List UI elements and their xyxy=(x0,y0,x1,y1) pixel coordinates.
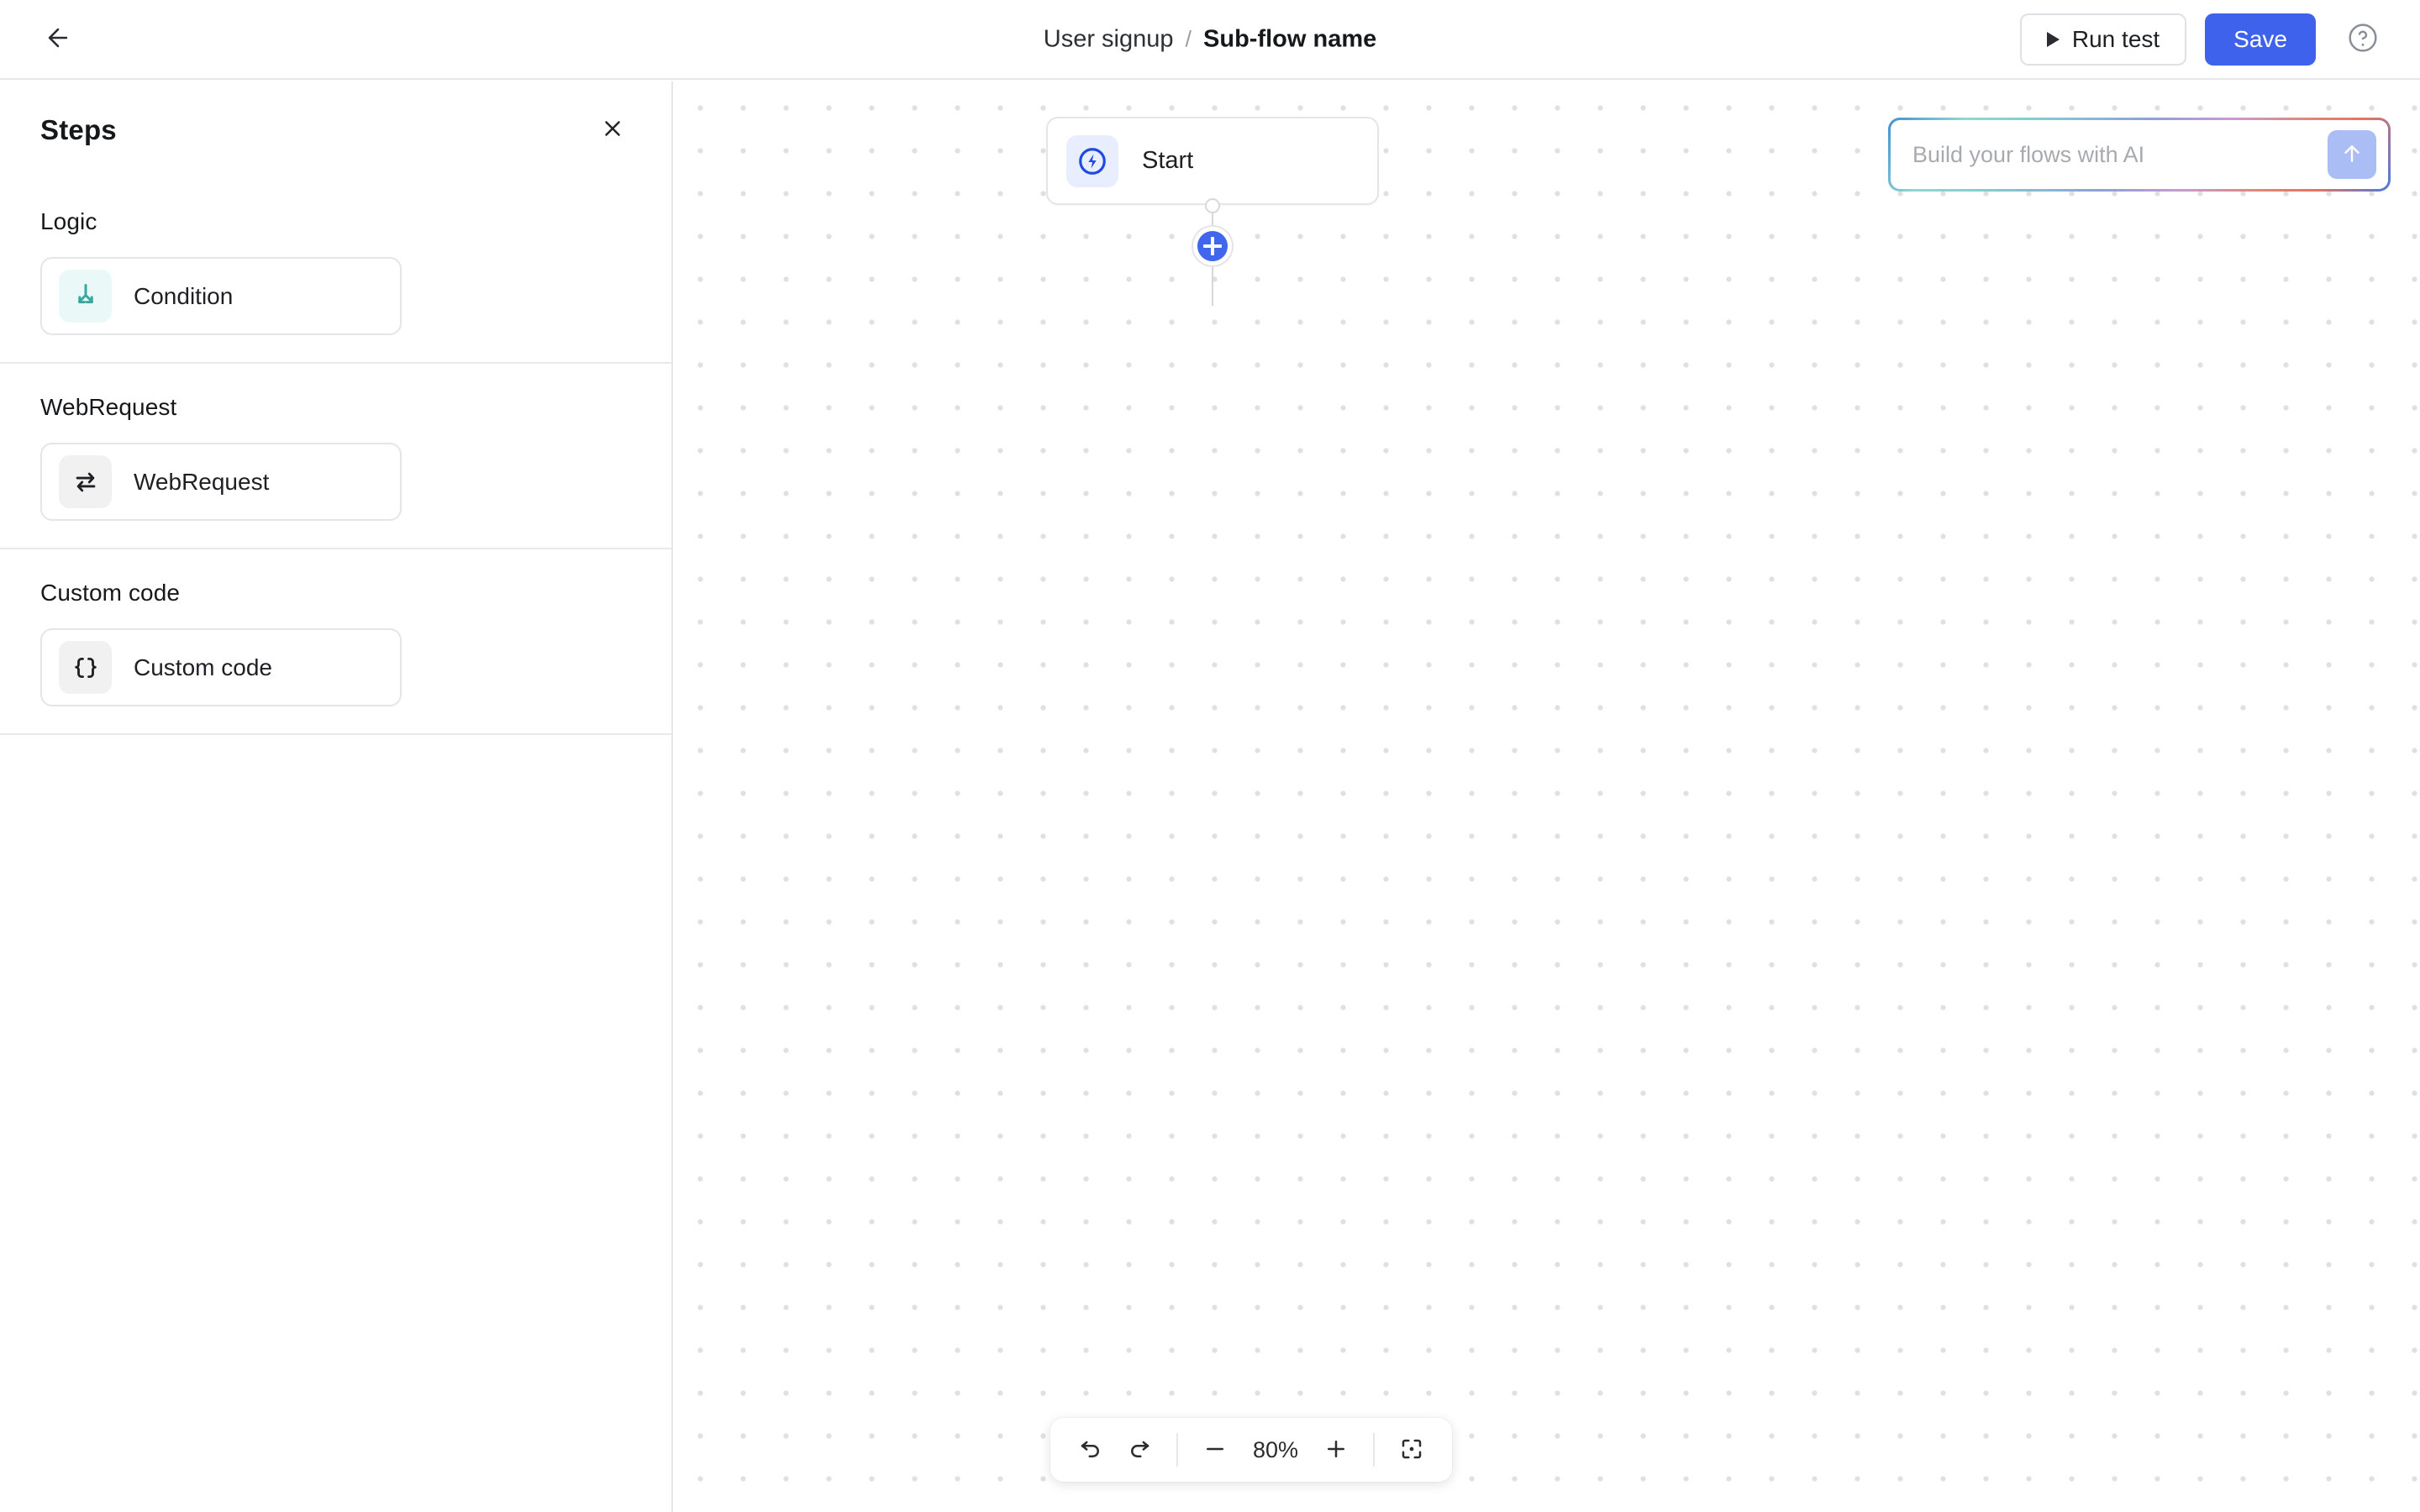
breadcrumb-current[interactable]: Sub-flow name xyxy=(1203,25,1376,53)
ai-prompt-bar xyxy=(1888,118,2391,192)
flow-connector-handle[interactable] xyxy=(1205,198,1220,213)
focus-target-icon xyxy=(1399,1436,1424,1464)
ai-submit-button[interactable] xyxy=(2328,130,2376,179)
step-card-condition[interactable]: Condition xyxy=(40,257,402,335)
undo-button[interactable] xyxy=(1069,1428,1113,1472)
header-actions: Run test Save xyxy=(2020,13,2385,66)
zoom-out-button[interactable] xyxy=(1193,1428,1237,1472)
ai-prompt-input[interactable] xyxy=(1912,120,2328,189)
sidebar-section-custom-code: Custom code Custom code xyxy=(0,549,671,735)
curly-braces-icon xyxy=(59,641,112,694)
save-button[interactable]: Save xyxy=(2205,13,2316,66)
step-label: WebRequest xyxy=(134,469,269,496)
run-test-button[interactable]: Run test xyxy=(2020,13,2186,66)
step-card-webrequest[interactable]: WebRequest xyxy=(40,443,402,521)
breadcrumb-parent[interactable]: User signup xyxy=(1044,25,1174,53)
sidebar-section-logic: Logic Condition xyxy=(0,178,671,364)
minus-icon xyxy=(1202,1436,1228,1464)
undo-icon xyxy=(1078,1436,1103,1464)
section-title-logic: Logic xyxy=(40,178,631,257)
section-title-webrequest: WebRequest xyxy=(40,364,631,443)
play-icon xyxy=(2047,32,2060,47)
flow-canvas[interactable]: Start xyxy=(675,81,2420,1512)
zoom-in-button[interactable] xyxy=(1314,1428,1358,1472)
step-label: Custom code xyxy=(134,654,272,681)
arrow-left-icon xyxy=(44,24,72,55)
app-header: User signup / Sub-flow name Run test Sav… xyxy=(0,0,2420,80)
question-circle-icon xyxy=(2346,21,2380,57)
sidebar-section-webrequest: WebRequest WebRequest xyxy=(0,364,671,549)
back-button[interactable] xyxy=(35,17,81,62)
flow-node-start[interactable]: Start xyxy=(1046,117,1379,205)
breadcrumb-separator: / xyxy=(1186,26,1192,52)
toolbar-divider xyxy=(1176,1433,1178,1467)
step-card-custom-code[interactable]: Custom code xyxy=(40,628,402,706)
redo-button[interactable] xyxy=(1118,1428,1161,1472)
swap-arrows-icon xyxy=(59,455,112,508)
section-title-custom-code: Custom code xyxy=(40,549,631,628)
plus-icon xyxy=(1323,1436,1349,1464)
canvas-zoom-toolbar: 80% xyxy=(1050,1418,1452,1482)
toolbar-divider xyxy=(1373,1433,1375,1467)
flow-node-label: Start xyxy=(1142,147,1193,175)
zoom-level-label: 80% xyxy=(1242,1437,1309,1463)
condition-branch-icon xyxy=(59,270,112,323)
fit-view-button[interactable] xyxy=(1390,1428,1434,1472)
steps-sidebar: Steps Logic Condition xyxy=(0,81,673,1512)
sidebar-header: Steps xyxy=(0,81,671,178)
help-button[interactable] xyxy=(2341,18,2385,61)
close-icon xyxy=(600,116,625,144)
run-test-label: Run test xyxy=(2072,26,2160,53)
close-sidebar-button[interactable] xyxy=(591,108,634,152)
step-label: Condition xyxy=(134,283,233,310)
add-step-button[interactable] xyxy=(1193,227,1232,265)
page-title: Steps xyxy=(40,114,117,146)
breadcrumb: User signup / Sub-flow name xyxy=(1044,25,1377,53)
arrow-up-icon xyxy=(2339,141,2365,169)
redo-icon xyxy=(1127,1436,1152,1464)
lightning-bolt-circle-icon xyxy=(1066,135,1118,187)
